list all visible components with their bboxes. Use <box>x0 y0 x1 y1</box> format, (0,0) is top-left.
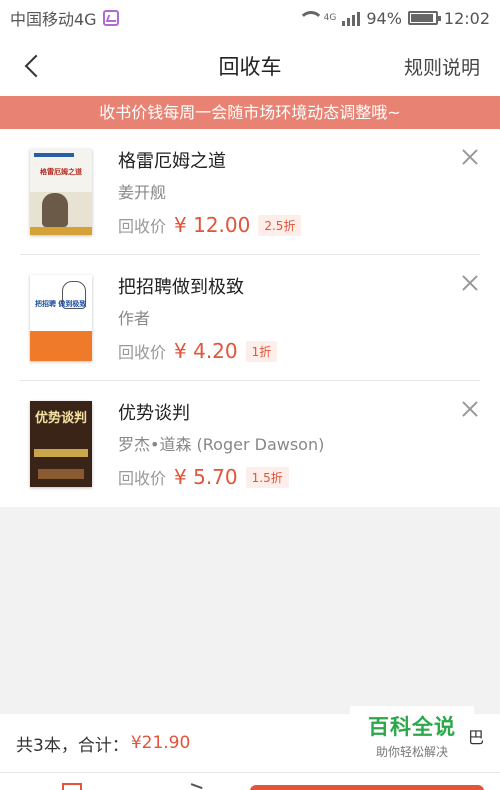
recycle-price: ¥ 12.00 <box>174 213 251 237</box>
book-cover: 优势谈判 <box>30 401 92 487</box>
price-label: 回收价 <box>118 343 167 362</box>
submit-button[interactable] <box>250 785 484 790</box>
item-info: 优势谈判 罗杰•道森 (Roger Dawson) 回收价 ¥ 5.70 1.5… <box>118 399 324 489</box>
edit-tab-icon[interactable] <box>189 783 203 790</box>
watermark-logo: 百科全说 助你轻松解决 巴 <box>350 706 484 764</box>
watermark-edge-char: 巴 <box>467 728 484 747</box>
book-author: 罗杰•道森 (Roger Dawson) <box>118 435 325 454</box>
nav-bar: 回收车 规则说明 <box>0 36 500 96</box>
close-icon[interactable] <box>462 275 478 291</box>
recycle-cart-list: 格雷厄姆之道 格雷厄姆之道 姜开舰 回收价 ¥ 12.00 2.5折 把招聘 做… <box>0 129 500 507</box>
discount-badge: 1.5折 <box>245 466 289 488</box>
battery-percent: 94% <box>366 8 402 28</box>
recycle-price: ¥ 5.70 <box>174 465 238 489</box>
book-title: 格雷厄姆之道 <box>118 151 226 172</box>
item-info: 格雷厄姆之道 姜开舰 回收价 ¥ 12.00 2.5折 <box>118 147 302 237</box>
total-price: ¥21.90 <box>130 733 191 753</box>
recycle-price: ¥ 4.20 <box>174 339 238 363</box>
battery-icon <box>407 11 441 25</box>
item-info: 把招聘做到极致 作者 回收价 ¥ 4.20 1折 <box>118 273 278 363</box>
book-author: 作者 <box>118 309 151 328</box>
carrier-label: 中国移动4G <box>10 10 97 29</box>
gallery-icon <box>102 10 119 26</box>
book-title: 把招聘做到极致 <box>118 277 244 298</box>
price-row: 回收价 ¥ 4.20 1折 <box>118 339 278 363</box>
status-right: 4G 94% 12:02 <box>297 8 490 28</box>
rules-link[interactable]: 规则说明 <box>404 53 480 80</box>
watermark-subtitle: 助你轻松解决 <box>375 744 448 759</box>
network-type-label: 4G <box>323 12 337 23</box>
close-icon[interactable] <box>462 401 478 417</box>
signal-icon <box>342 10 361 26</box>
watermark-title: 百科全说 <box>368 714 456 739</box>
cart-tab-icon[interactable] <box>62 783 82 790</box>
chevron-left-icon[interactable] <box>24 54 48 78</box>
book-cover: 把招聘 做到极致 <box>30 275 92 361</box>
close-icon[interactable] <box>462 149 478 165</box>
list-item[interactable]: 把招聘 做到极致 把招聘做到极致 作者 回收价 ¥ 4.20 1折 <box>0 255 500 381</box>
status-left: 中国移动4G <box>10 6 119 30</box>
book-cover: 格雷厄姆之道 <box>30 149 92 235</box>
bottom-tab-strip <box>0 772 500 790</box>
discount-badge: 2.5折 <box>258 214 302 236</box>
list-item[interactable]: 优势谈判 优势谈判 罗杰•道森 (Roger Dawson) 回收价 ¥ 5.7… <box>0 381 500 507</box>
price-label: 回收价 <box>118 217 167 236</box>
book-title: 优势谈判 <box>118 403 190 424</box>
book-author: 姜开舰 <box>118 183 167 202</box>
clock: 12:02 <box>443 8 490 28</box>
price-notice-banner: 收书价钱每周一会随市场环境动态调整哦~ <box>0 96 500 129</box>
list-item[interactable]: 格雷厄姆之道 格雷厄姆之道 姜开舰 回收价 ¥ 12.00 2.5折 <box>0 129 500 255</box>
wifi-icon <box>297 11 324 25</box>
price-row: 回收价 ¥ 12.00 2.5折 <box>118 213 302 237</box>
summary-label: 共3本，合计： <box>16 735 129 756</box>
status-bar: 中国移动4G 4G 94% 12:02 <box>0 0 500 36</box>
price-label: 回收价 <box>118 469 167 488</box>
discount-badge: 1折 <box>245 340 278 362</box>
price-row: 回收价 ¥ 5.70 1.5折 <box>118 465 324 489</box>
